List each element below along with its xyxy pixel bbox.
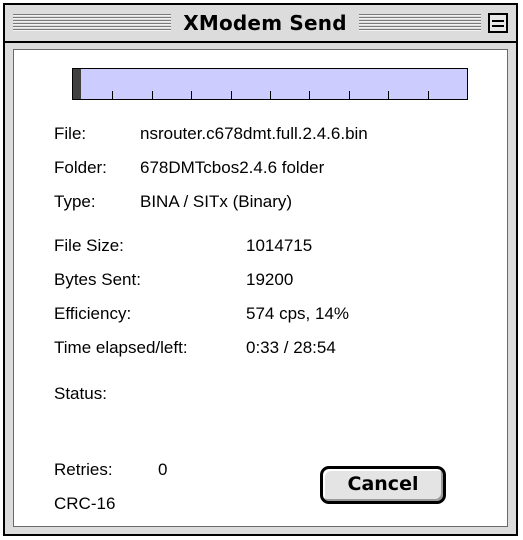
progress-tick — [191, 91, 192, 99]
time-label: Time elapsed/left: — [54, 338, 188, 357]
title-bar[interactable]: XModem Send — [5, 5, 516, 43]
window-title: XModem Send — [183, 11, 347, 35]
efficiency-label: Efficiency: — [54, 304, 132, 323]
crc-label: CRC-16 — [54, 494, 116, 513]
progress-tick — [112, 91, 113, 99]
progress-tick — [270, 91, 271, 99]
status-label: Status: — [54, 384, 107, 403]
xmodem-send-window: XModem Send File: nsrouter.c678dmt.full.… — [3, 3, 518, 536]
retries-label: Retries: — [54, 460, 113, 479]
progress-tick — [388, 91, 389, 99]
file-value: nsrouter.c678dmt.full.2.4.6.bin — [140, 124, 368, 143]
retries-value: 0 — [158, 460, 168, 479]
time-value: 0:33 / 28:54 — [246, 338, 336, 357]
efficiency-value: 574 cps, 14% — [246, 304, 350, 323]
title-bar-stripes-left — [13, 14, 171, 32]
progress-tick — [309, 91, 310, 99]
collapse-box-icon[interactable] — [488, 13, 508, 33]
type-value: BINA / SITx (Binary) — [140, 192, 293, 211]
cancel-button[interactable]: Cancel — [320, 466, 446, 504]
bytes-sent-value: 19200 — [246, 270, 294, 289]
file-label: File: — [54, 124, 87, 143]
file-size-label: File Size: — [54, 236, 124, 255]
progress-tick — [349, 91, 350, 99]
folder-label: Folder: — [54, 158, 107, 177]
progress-fill — [73, 69, 81, 99]
progress-tick — [152, 91, 153, 99]
progress-tick — [428, 91, 429, 99]
folder-value: 678DMTcbos2.4.6 folder — [140, 158, 325, 177]
type-label: Type: — [54, 192, 96, 211]
title-bar-stripes-right — [359, 14, 481, 32]
bytes-sent-label: Bytes Sent: — [54, 270, 141, 289]
transfer-progress-bar — [72, 68, 468, 100]
dialog-content: File: nsrouter.c678dmt.full.2.4.6.bin Fo… — [13, 49, 508, 527]
file-size-value: 1014715 — [246, 236, 313, 255]
progress-tick — [231, 91, 232, 99]
